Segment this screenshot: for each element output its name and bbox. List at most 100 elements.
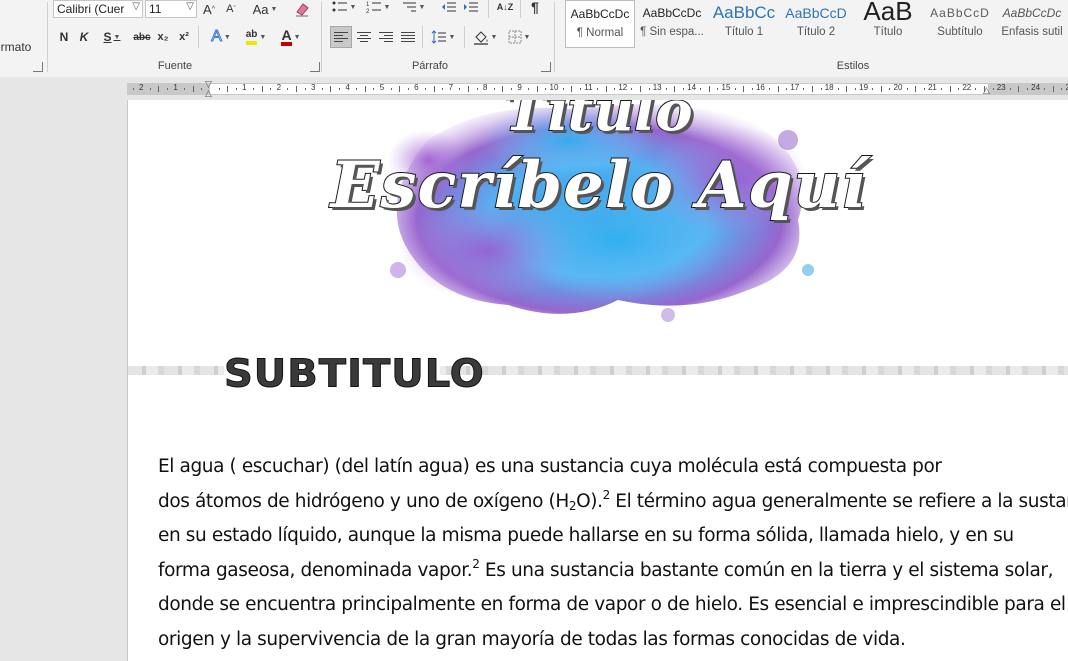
footnote-ref[interactable]: 2 [603, 488, 611, 502]
font-name-combo[interactable]: Calibri (Cuer ▽ [53, 0, 143, 18]
style-no-spacing[interactable]: AaBbCcDc ¶ Sin espa... [637, 0, 707, 48]
ruler-tick [132, 88, 134, 90]
numbering-button[interactable]: 1 2 ▼ [364, 0, 392, 18]
underline-button[interactable]: S ▼ [98, 26, 126, 48]
align-left-button[interactable] [330, 26, 352, 48]
style-heading-2[interactable]: AaBbCcD Título 2 [781, 0, 851, 48]
borders-button[interactable]: ▼ [504, 26, 534, 48]
style-normal[interactable]: AaBbCcDc ¶ Normal [565, 0, 635, 48]
ruler-tick [631, 88, 633, 90]
separator [464, 26, 465, 48]
ruler-tick [1009, 88, 1011, 90]
bold-button[interactable]: N [56, 26, 72, 48]
align-center-button[interactable] [354, 26, 374, 48]
outdent-icon [442, 2, 456, 12]
style-sample: AaBbCcD [930, 6, 990, 20]
ruler-tick [390, 88, 392, 90]
style-name: Subtítulo [937, 26, 983, 38]
ruler-number: 4 [345, 83, 350, 92]
increase-indent-button[interactable] [462, 0, 480, 18]
sort-icon: A↓Z [496, 1, 514, 12]
ruler-tick [751, 88, 753, 90]
ruler-tick [717, 88, 719, 90]
hanging-indent-marker[interactable]: △ [205, 89, 212, 98]
style-heading-1[interactable]: AaBbCc Título 1 [709, 0, 779, 48]
paragraph-line: El agua ( escuchar) (del latín agua) es … [158, 456, 942, 477]
ruler-number: 7 [448, 83, 454, 92]
highlighter-icon: ab [245, 29, 258, 45]
align-right-icon [379, 30, 393, 44]
font-color-button[interactable]: A ▼ [276, 26, 306, 48]
subscript-button[interactable]: x₂ [155, 26, 171, 48]
bullets-button[interactable]: ▼ [330, 0, 358, 18]
ruler-tick [855, 88, 856, 90]
strikethrough-button[interactable]: abc [132, 26, 152, 48]
style-name: Título 1 [724, 26, 764, 38]
clipboard-dialog-launcher[interactable] [33, 62, 43, 72]
ruler-tick [253, 88, 254, 90]
ruler-tick [949, 86, 951, 92]
document-left-gutter [0, 100, 127, 661]
bullet-list-icon [332, 1, 347, 12]
style-title[interactable]: AaB Título [853, 0, 923, 48]
ruler-tick [941, 88, 942, 90]
ruler-tick [493, 88, 495, 90]
highlight-button[interactable]: ab ▼ [240, 26, 272, 48]
ruler-tick [201, 88, 203, 90]
separator [488, 0, 489, 18]
style-subtitle[interactable]: AaBbCcD Subtítulo [925, 0, 995, 48]
ruler-tick [975, 88, 977, 90]
ruler-tick [992, 88, 994, 90]
paragraph-line: forma gaseosa, denominada vapor.2 Es una… [158, 554, 1054, 589]
ruler-tick [459, 88, 461, 90]
ruler-tick [261, 86, 263, 92]
ruler-tick [614, 88, 616, 90]
superscript-button[interactable]: x² [176, 26, 192, 48]
italic-button[interactable]: K [76, 26, 92, 48]
line-spacing-button[interactable]: ▼ [428, 26, 458, 48]
change-case-button[interactable]: Aa ▼ [248, 0, 282, 20]
font-dialog-launcher[interactable] [310, 62, 320, 72]
right-indent-marker[interactable]: △ [983, 86, 990, 95]
grow-font-icon: A [203, 1, 212, 17]
document-title-line-2: Escríbelo Aquí [330, 147, 867, 224]
style-name: Título 2 [796, 26, 836, 38]
grow-font-button[interactable]: A ^ [200, 0, 218, 20]
sort-button[interactable]: A↓Z [494, 0, 516, 18]
ruler-tick [640, 86, 641, 92]
ruler-tick [227, 86, 229, 92]
ruler-tick [235, 88, 237, 90]
ruler-tick [700, 88, 702, 90]
show-marks-button[interactable]: ¶ [526, 0, 544, 18]
document-page[interactable]: Título Escríbelo Aquí SUBTITULO El agua … [127, 100, 1068, 661]
clear-format-button[interactable] [292, 0, 312, 20]
horizontal-ruler[interactable]: 2 1 1 2 3 4 5 6 7 8 9 10 11 12 13 14 15 16 17 18 19 20 21 22 23 2… [127, 83, 1068, 95]
ruler-number: 9 [517, 83, 522, 92]
ruler-number: 18 [824, 83, 834, 92]
paragraph-dialog-launcher[interactable] [541, 62, 551, 72]
format-painter-button[interactable]: rmato [0, 36, 32, 58]
borders-icon [508, 30, 522, 44]
multilevel-list-button[interactable]: ▼ [398, 0, 428, 18]
multilevel-list-icon [402, 2, 416, 12]
align-right-button[interactable] [376, 26, 396, 48]
ruler-tick [562, 88, 564, 90]
font-size-combo[interactable]: 11 ▽ [145, 0, 197, 18]
shading-button[interactable]: ▼ [470, 26, 500, 48]
ruler-tick [915, 86, 917, 92]
chevron-down-icon: ▽ [186, 1, 194, 12]
group-separator [321, 2, 322, 72]
body-paragraph[interactable]: El agua ( escuchar) (del latín agua) es … [158, 450, 1068, 657]
ruler-tick [958, 88, 960, 90]
document-subtitle: SUBTITULO [224, 349, 484, 399]
decrease-indent-button[interactable] [440, 0, 458, 18]
justify-button[interactable] [398, 26, 418, 48]
style-subtle-emphasis[interactable]: AaBbCcDc Énfasis sutil [997, 0, 1067, 48]
text-effects-button[interactable]: A ▼ [206, 26, 236, 48]
eraser-icon [296, 3, 309, 17]
ruler-number: 17 [790, 83, 800, 92]
shrink-font-button[interactable]: Aˇ [222, 0, 240, 20]
style-name: ¶ Sin espa... [640, 26, 704, 38]
ruler-number: 2 [276, 83, 282, 92]
ruler-number: 11 [584, 83, 593, 92]
